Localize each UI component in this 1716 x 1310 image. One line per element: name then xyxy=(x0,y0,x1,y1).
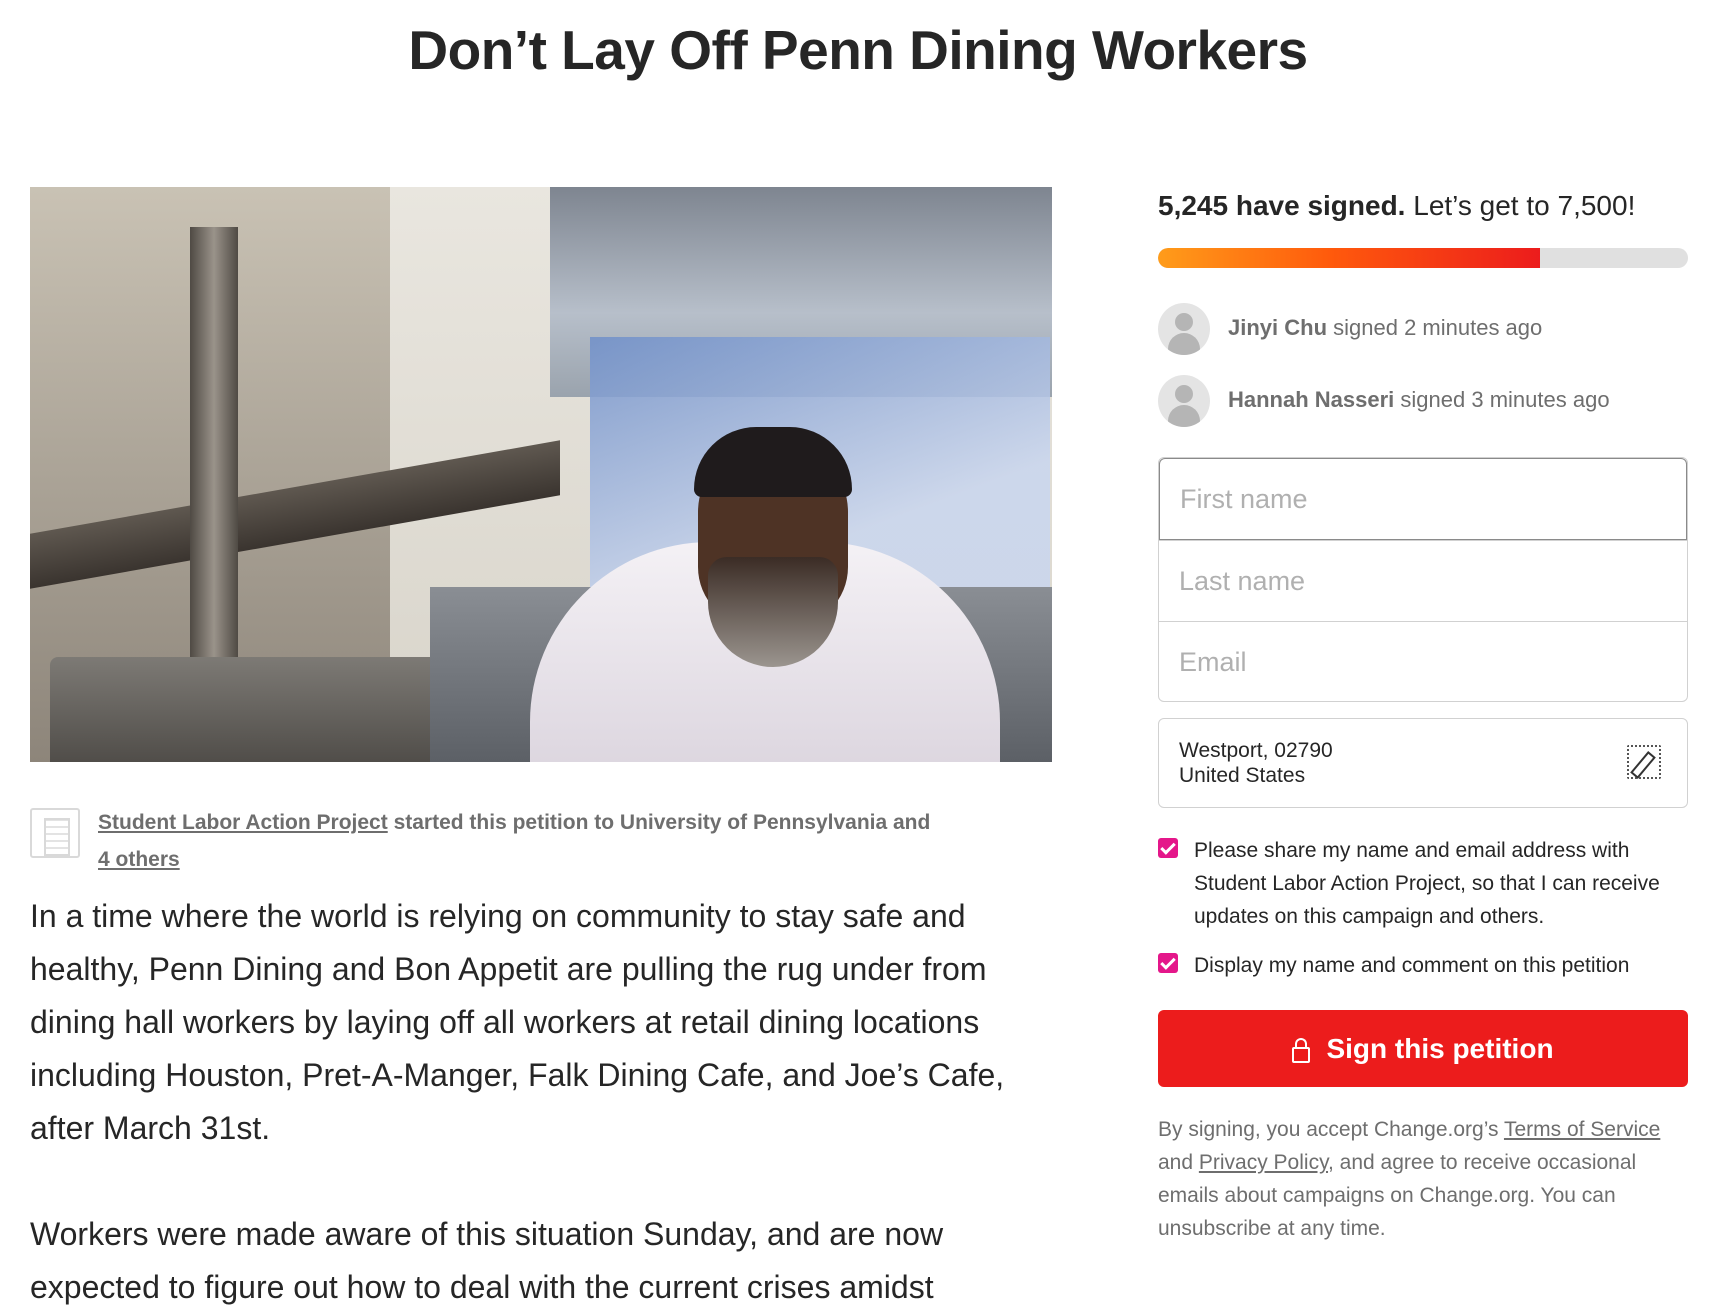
terms-link[interactable]: Terms of Service xyxy=(1504,1118,1660,1141)
avatar xyxy=(1158,303,1210,355)
petition-photo xyxy=(30,187,1052,762)
recent-signer: Hannah Nasseri signed 3 minutes ago xyxy=(1158,375,1698,427)
building-icon xyxy=(30,808,80,858)
signer-action: signed 3 minutes ago xyxy=(1394,387,1610,412)
goal-text: Let’s get to 7,500! xyxy=(1405,190,1636,221)
others-link[interactable]: 4 others xyxy=(98,848,180,871)
signature-progress-bar xyxy=(1158,248,1688,268)
legal-text: By signing, you accept Change.org’s Term… xyxy=(1158,1113,1688,1245)
checkbox-label: Display my name and comment on this peti… xyxy=(1194,954,1630,977)
lock-icon xyxy=(1292,1037,1311,1063)
progress-fill xyxy=(1158,248,1540,268)
location-city: Westport, 02790 xyxy=(1179,739,1333,762)
petition-title: Don’t Lay Off Penn Dining Workers xyxy=(408,19,1308,81)
photo-pot xyxy=(50,657,470,762)
location-country: United States xyxy=(1179,764,1306,787)
last-name-field[interactable] xyxy=(1159,540,1687,621)
email-field[interactable] xyxy=(1159,621,1687,702)
started-text: started this petition to University of P… xyxy=(387,811,931,834)
body-paragraph: In a time where the world is relying on … xyxy=(30,898,1005,1146)
petition-starter: Student Labor Action Project started thi… xyxy=(30,804,990,874)
sign-petition-button[interactable]: Sign this petition xyxy=(1158,1010,1688,1087)
share-info-checkbox[interactable] xyxy=(1158,838,1178,858)
starter-link[interactable]: Student Labor Action Project xyxy=(98,811,388,834)
sign-button-label: Sign this petition xyxy=(1326,1032,1554,1064)
avatar xyxy=(1158,375,1210,427)
petition-body: In a time where the world is relying on … xyxy=(30,890,1060,1310)
starter-text: Student Labor Action Project started thi… xyxy=(98,804,998,878)
signed-count: 5,245 have signed. xyxy=(1158,190,1406,221)
edit-location-icon[interactable] xyxy=(1627,745,1661,779)
legal-prefix: By signing, you accept Change.org’s xyxy=(1158,1118,1504,1141)
recent-signer: Jinyi Chu signed 2 minutes ago xyxy=(1158,303,1698,355)
signer-line: Hannah Nasseri signed 3 minutes ago xyxy=(1228,387,1610,413)
signer-action: signed 2 minutes ago xyxy=(1327,315,1543,340)
checkbox-label: Please share my name and email address w… xyxy=(1194,839,1660,928)
legal-middle: and xyxy=(1158,1151,1199,1174)
first-name-field[interactable] xyxy=(1159,458,1687,540)
signer-line: Jinyi Chu signed 2 minutes ago xyxy=(1228,315,1542,341)
privacy-link[interactable]: Privacy Policy xyxy=(1199,1151,1328,1174)
signature-count: 5,245 have signed. Let’s get to 7,500! xyxy=(1158,190,1635,222)
signer-name: Hannah Nasseri xyxy=(1228,387,1395,412)
location-box[interactable]: Westport, 02790 United States xyxy=(1158,718,1688,808)
body-paragraph: Workers were made aware of this situatio… xyxy=(30,1216,944,1305)
signer-form xyxy=(1158,457,1688,702)
display-name-checkbox[interactable] xyxy=(1158,953,1178,973)
signer-name: Jinyi Chu xyxy=(1228,315,1328,340)
